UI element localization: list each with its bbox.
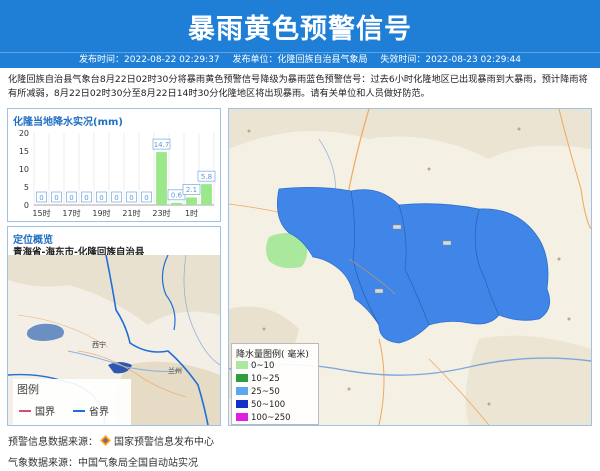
publish-time: 发布时间：2022-08-22 02:29:37 <box>79 55 220 65</box>
warning-source-line: 预警信息数据来源： 国家预警信息发布中心 <box>8 433 214 448</box>
y-tick-label: 0 <box>24 201 29 210</box>
x-tick-label: 1时 <box>185 208 198 218</box>
bar <box>156 152 167 205</box>
boundary-legend: 图例 国界 省界 <box>13 379 131 425</box>
title-bar: 暴雨黄色预警信号 <box>0 0 600 52</box>
bar <box>171 202 182 205</box>
warning-area-map-panel: 降水量图例( 毫米) 0~10 10~25 25~50 50~100 100~2… <box>228 108 592 426</box>
swatch-icon <box>236 361 248 369</box>
publisher: 发布单位：化隆回族自治县气象局 <box>232 55 368 65</box>
data-label: 0 <box>114 194 118 202</box>
y-tick-label: 15 <box>19 147 29 156</box>
data-label: 0 <box>99 194 103 202</box>
province-border-line-icon <box>73 410 85 412</box>
warning-center-logo-icon <box>100 435 111 446</box>
rain-legend-item: 100~250 <box>236 412 291 424</box>
warning-source-name: 国家预警信息发布中心 <box>114 437 214 448</box>
rain-legend: 降水量图例( 毫米) 0~10 10~25 25~50 50~100 100~2… <box>231 343 319 425</box>
legend-item-national-border: 国界 <box>19 403 55 418</box>
data-label: 2.1 <box>186 186 197 194</box>
data-label: 0 <box>69 194 73 202</box>
city-label-xining: 西宁 <box>92 340 106 349</box>
data-label: 0 <box>144 194 148 202</box>
bar <box>201 184 212 205</box>
swatch-icon <box>236 387 248 395</box>
expire-time: 失效时间：2022-08-23 02:29:44 <box>380 55 521 65</box>
data-label: 0 <box>129 194 133 202</box>
swatch-icon <box>236 413 248 421</box>
x-tick-label: 15时 <box>32 208 50 218</box>
x-tick-label: 17时 <box>62 208 80 218</box>
data-label: 0 <box>84 194 88 202</box>
location-overview-panel: 定位概览 青海省-海东市-化隆回族自治县 西宁 兰州 图例 国界 省界 <box>7 226 221 426</box>
y-tick-label: 5 <box>24 183 29 192</box>
data-label: 5.8 <box>201 173 212 181</box>
precipitation-chart: 0 5 10 15 20 0 0 0 0 0 0 0 0 14.7 0.62.1 5.8 15时 17时 19时 21… <box>19 129 216 218</box>
rain-legend-item: 10~25 <box>236 373 280 385</box>
y-tick-label: 20 <box>19 129 29 138</box>
warning-source-label: 预警信息数据来源： <box>8 437 98 448</box>
meta-bar: 发布时间：2022-08-22 02:29:37 发布单位：化隆回族自治县气象局… <box>0 52 600 68</box>
legend-title: 图例 <box>17 383 39 396</box>
rain-legend-item: 25~50 <box>236 386 280 398</box>
data-label: 0 <box>54 194 58 202</box>
national-border-line-icon <box>19 410 31 412</box>
rain-legend-title: 降水量图例( 毫米) <box>236 350 309 360</box>
rain-legend-item: 50~100 <box>236 399 285 411</box>
y-tick-label: 10 <box>19 165 29 174</box>
swatch-icon <box>236 374 248 382</box>
warning-description: 化隆回族自治县气象台8月22日02时30分将暴雨黄色预警信号降级为暴雨蓝色预警信… <box>8 74 588 99</box>
legend-item-province-border: 省界 <box>73 403 109 418</box>
bar <box>186 197 197 205</box>
swatch-icon <box>236 400 248 408</box>
data-label: 0 <box>39 194 43 202</box>
data-label: 0.6 <box>171 192 183 200</box>
data-label: 14.7 <box>154 141 170 149</box>
rain-legend-item: 0~10 <box>236 360 274 372</box>
city-label-lanzhou: 兰州 <box>168 366 182 375</box>
x-tick-label: 23时 <box>152 208 170 218</box>
warning-title: 暴雨黄色预警信号 <box>188 14 412 45</box>
x-tick-label: 21时 <box>122 208 140 218</box>
precipitation-chart-panel: 化隆当地降水实况(mm) 0 5 10 15 20 0 0 0 0 0 0 0 0 14.7 0.6 2.1 5… <box>7 108 221 222</box>
x-tick-label: 19时 <box>92 208 110 218</box>
weather-source-line: 气象数据来源：中国气象局全国自动站实况 <box>8 458 198 469</box>
